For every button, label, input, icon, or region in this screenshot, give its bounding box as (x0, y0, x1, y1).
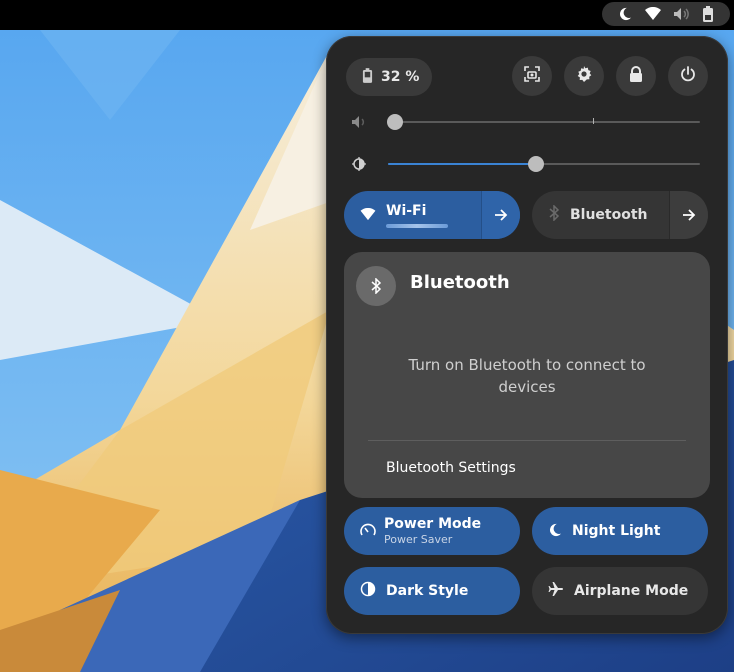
lock-button[interactable] (616, 56, 656, 96)
arrow-right-icon (494, 206, 508, 225)
bluetooth-toggle-main[interactable]: Bluetooth (532, 191, 669, 239)
screenshot-button[interactable] (512, 56, 552, 96)
bluetooth-toggle[interactable]: Bluetooth (532, 191, 708, 239)
power-mode-label: Power Mode (384, 516, 482, 532)
settings-button[interactable] (564, 56, 604, 96)
bluetooth-settings-item[interactable]: Bluetooth Settings (386, 460, 516, 476)
dark-style-toggle[interactable]: Dark Style (344, 567, 520, 615)
quick-settings-panel: 32 % Wi-Fi Bluetooth Bluetooth Turn on B… (326, 36, 728, 634)
bluetooth-label: Bluetooth (570, 207, 648, 223)
dark-style-toggle-main[interactable]: Dark Style (344, 567, 520, 615)
brightness-fill (388, 163, 536, 165)
volume-knob[interactable] (387, 114, 403, 130)
battery-icon (702, 6, 714, 22)
arrow-right-icon (682, 206, 696, 225)
night-light-toggle-main[interactable]: Night Light (532, 507, 708, 555)
brightness-knob[interactable] (528, 156, 544, 172)
brightness-icon (350, 156, 368, 172)
bluetooth-icon (548, 204, 560, 225)
bluetooth-off-message: Turn on Bluetooth to connect to devices (408, 356, 646, 396)
power-mode-toggle[interactable]: Power Mode Power Saver (344, 507, 520, 555)
battery-indicator[interactable]: 32 % (346, 58, 432, 96)
brightness-track (388, 163, 700, 165)
power-mode-sublabel: Power Saver (384, 533, 453, 546)
speedometer-icon (360, 522, 376, 541)
top-bar (0, 0, 734, 30)
wifi-icon (360, 206, 376, 225)
battery-percentage: 32 % (381, 69, 420, 85)
wifi-toggle-main[interactable]: Wi-Fi (344, 191, 481, 239)
night-light-icon (548, 522, 562, 541)
battery-icon (362, 67, 373, 87)
gear-icon (576, 66, 592, 86)
airplane-mode-toggle[interactable]: Airplane Mode (532, 567, 708, 615)
wifi-network-name-redacted (386, 223, 448, 228)
bluetooth-menu: Bluetooth Turn on Bluetooth to connect t… (344, 252, 710, 498)
airplane-icon (548, 581, 564, 601)
night-light-icon (618, 7, 632, 21)
bluetooth-menu-icon (356, 266, 396, 306)
volume-100-marker (593, 118, 594, 124)
power-button[interactable] (668, 56, 708, 96)
dark-style-label: Dark Style (386, 583, 469, 599)
lock-icon (629, 66, 643, 86)
volume-icon (350, 114, 368, 130)
dark-style-icon (360, 581, 376, 601)
bluetooth-menu-arrow[interactable] (669, 191, 708, 239)
wifi-menu-arrow[interactable] (481, 191, 520, 239)
volume-slider[interactable] (350, 110, 706, 134)
brightness-slider[interactable] (350, 152, 706, 176)
system-status-menu[interactable] (602, 2, 730, 26)
wifi-label: Wi-Fi (386, 202, 427, 219)
wifi-icon (644, 7, 661, 21)
volume-track (388, 118, 700, 124)
night-light-label: Night Light (572, 523, 661, 539)
volume-icon (673, 7, 690, 21)
airplane-mode-toggle-main[interactable]: Airplane Mode (532, 567, 708, 615)
power-icon (680, 66, 696, 86)
screenshot-icon (523, 65, 541, 87)
wifi-toggle[interactable]: Wi-Fi (344, 191, 520, 239)
menu-separator (368, 440, 686, 441)
power-mode-toggle-main[interactable]: Power Mode Power Saver (344, 507, 520, 555)
bluetooth-menu-title: Bluetooth (410, 272, 510, 293)
night-light-toggle[interactable]: Night Light (532, 507, 708, 555)
airplane-mode-label: Airplane Mode (574, 583, 689, 599)
